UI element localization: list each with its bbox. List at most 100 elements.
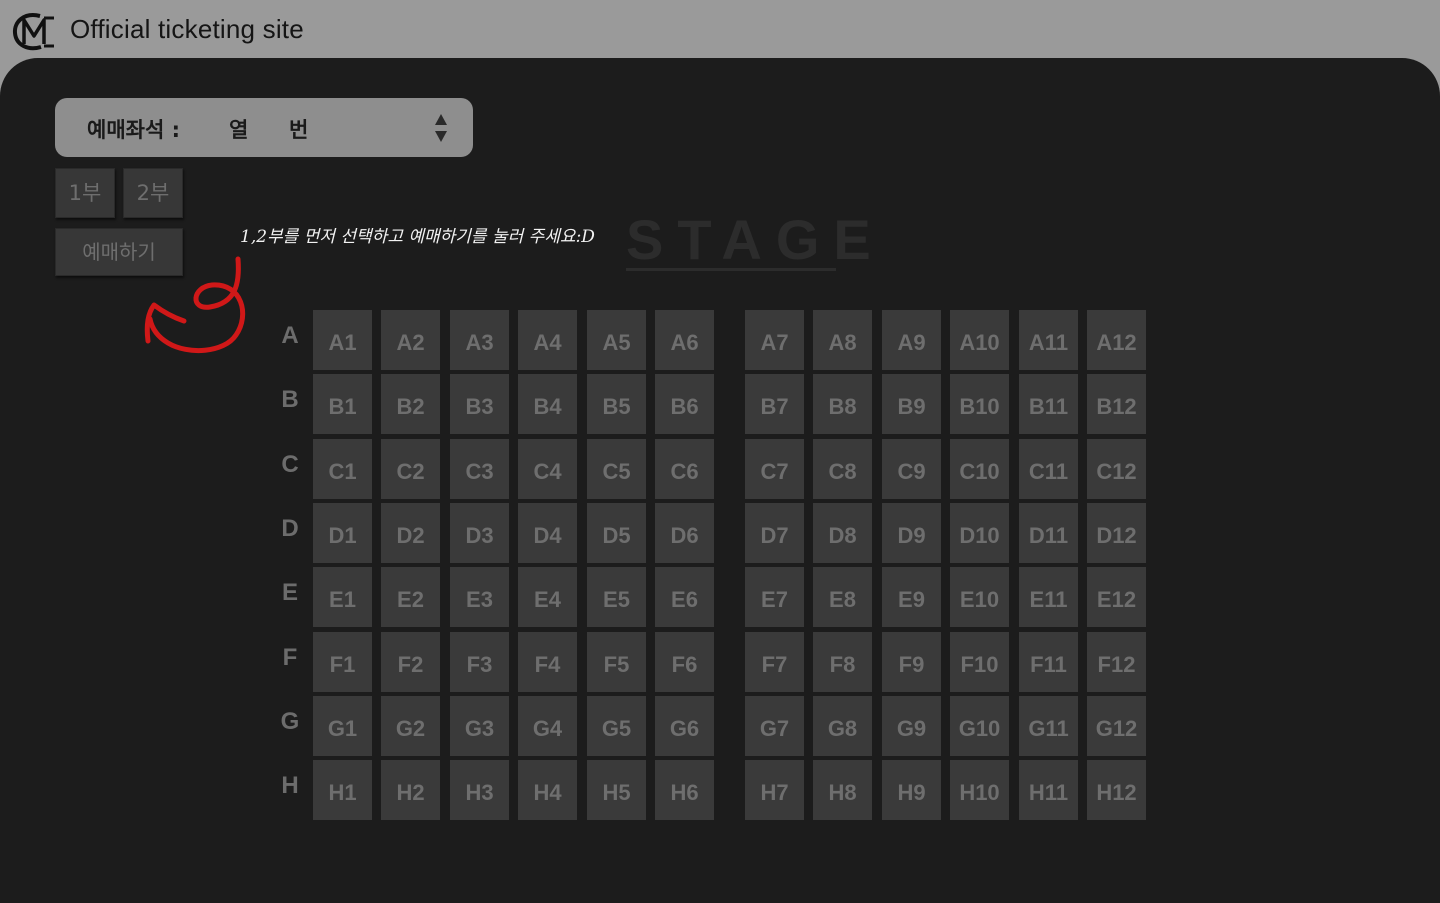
seat-a5[interactable]: A5 bbox=[587, 310, 646, 370]
seat-a3[interactable]: A3 bbox=[450, 310, 509, 370]
seat-g4[interactable]: G4 bbox=[518, 696, 577, 756]
seat-a10[interactable]: A10 bbox=[950, 310, 1009, 370]
seat-d4[interactable]: D4 bbox=[518, 503, 577, 563]
seat-b4[interactable]: B4 bbox=[518, 374, 577, 434]
seat-d3[interactable]: D3 bbox=[450, 503, 509, 563]
seat-d6[interactable]: D6 bbox=[655, 503, 714, 563]
seat-c3[interactable]: C3 bbox=[450, 439, 509, 499]
seat-e6[interactable]: E6 bbox=[655, 567, 714, 627]
row-label-h: H bbox=[281, 772, 299, 799]
seat-g1[interactable]: G1 bbox=[313, 696, 372, 756]
seat-g9[interactable]: G9 bbox=[882, 696, 941, 756]
seat-b2[interactable]: B2 bbox=[381, 374, 440, 434]
seat-e5[interactable]: E5 bbox=[587, 567, 646, 627]
seat-f1[interactable]: F1 bbox=[313, 632, 372, 692]
seat-h2[interactable]: H2 bbox=[381, 760, 440, 820]
seat-f10[interactable]: F10 bbox=[950, 632, 1009, 692]
seat-h5[interactable]: H5 bbox=[587, 760, 646, 820]
seat-b5[interactable]: B5 bbox=[587, 374, 646, 434]
seat-c5[interactable]: C5 bbox=[587, 439, 646, 499]
part2-button[interactable]: 2부 bbox=[123, 168, 183, 218]
seat-d7[interactable]: D7 bbox=[745, 503, 804, 563]
seat-c12[interactable]: C12 bbox=[1087, 439, 1146, 499]
seat-a11[interactable]: A11 bbox=[1019, 310, 1078, 370]
seat-c2[interactable]: C2 bbox=[381, 439, 440, 499]
seat-a4[interactable]: A4 bbox=[518, 310, 577, 370]
seat-h4[interactable]: H4 bbox=[518, 760, 577, 820]
seat-e12[interactable]: E12 bbox=[1087, 567, 1146, 627]
seat-a12[interactable]: A12 bbox=[1087, 310, 1146, 370]
seat-b9[interactable]: B9 bbox=[882, 374, 941, 434]
seat-h6[interactable]: H6 bbox=[655, 760, 714, 820]
seat-c8[interactable]: C8 bbox=[813, 439, 872, 499]
seat-d8[interactable]: D8 bbox=[813, 503, 872, 563]
seat-h1[interactable]: H1 bbox=[313, 760, 372, 820]
seat-b8[interactable]: B8 bbox=[813, 374, 872, 434]
seat-f6[interactable]: F6 bbox=[655, 632, 714, 692]
seat-g10[interactable]: G10 bbox=[950, 696, 1009, 756]
seat-a7[interactable]: A7 bbox=[745, 310, 804, 370]
seat-c10[interactable]: C10 bbox=[950, 439, 1009, 499]
seat-h12[interactable]: H12 bbox=[1087, 760, 1146, 820]
seat-f11[interactable]: F11 bbox=[1019, 632, 1078, 692]
seat-c7[interactable]: C7 bbox=[745, 439, 804, 499]
seat-e4[interactable]: E4 bbox=[518, 567, 577, 627]
seat-f9[interactable]: F9 bbox=[882, 632, 941, 692]
seat-b3[interactable]: B3 bbox=[450, 374, 509, 434]
seat-g7[interactable]: G7 bbox=[745, 696, 804, 756]
seat-c11[interactable]: C11 bbox=[1019, 439, 1078, 499]
seat-g12[interactable]: G12 bbox=[1087, 696, 1146, 756]
seat-h9[interactable]: H9 bbox=[882, 760, 941, 820]
seat-b11[interactable]: B11 bbox=[1019, 374, 1078, 434]
seat-a1[interactable]: A1 bbox=[313, 310, 372, 370]
seat-e8[interactable]: E8 bbox=[813, 567, 872, 627]
seat-a6[interactable]: A6 bbox=[655, 310, 714, 370]
seat-b1[interactable]: B1 bbox=[313, 374, 372, 434]
seat-a9[interactable]: A9 bbox=[882, 310, 941, 370]
seat-f3[interactable]: F3 bbox=[450, 632, 509, 692]
seat-e1[interactable]: E1 bbox=[313, 567, 372, 627]
seat-b10[interactable]: B10 bbox=[950, 374, 1009, 434]
seat-b6[interactable]: B6 bbox=[655, 374, 714, 434]
seat-d12[interactable]: D12 bbox=[1087, 503, 1146, 563]
seat-b7[interactable]: B7 bbox=[745, 374, 804, 434]
seat-d2[interactable]: D2 bbox=[381, 503, 440, 563]
seat-h8[interactable]: H8 bbox=[813, 760, 872, 820]
part1-button[interactable]: 1부 bbox=[55, 168, 115, 218]
seat-d9[interactable]: D9 bbox=[882, 503, 941, 563]
seat-c9[interactable]: C9 bbox=[882, 439, 941, 499]
seat-g11[interactable]: G11 bbox=[1019, 696, 1078, 756]
seat-a2[interactable]: A2 bbox=[381, 310, 440, 370]
seat-c6[interactable]: C6 bbox=[655, 439, 714, 499]
seat-e2[interactable]: E2 bbox=[381, 567, 440, 627]
seat-f12[interactable]: F12 bbox=[1087, 632, 1146, 692]
seat-select-dropdown[interactable]: 예매좌석 : 열 번 bbox=[55, 98, 473, 157]
seat-h7[interactable]: H7 bbox=[745, 760, 804, 820]
seat-e3[interactable]: E3 bbox=[450, 567, 509, 627]
seat-e9[interactable]: E9 bbox=[882, 567, 941, 627]
seat-f5[interactable]: F5 bbox=[587, 632, 646, 692]
seat-a8[interactable]: A8 bbox=[813, 310, 872, 370]
seat-c1[interactable]: C1 bbox=[313, 439, 372, 499]
seat-c4[interactable]: C4 bbox=[518, 439, 577, 499]
seat-b12[interactable]: B12 bbox=[1087, 374, 1146, 434]
seat-h10[interactable]: H10 bbox=[950, 760, 1009, 820]
seat-d11[interactable]: D11 bbox=[1019, 503, 1078, 563]
seat-h3[interactable]: H3 bbox=[450, 760, 509, 820]
seat-g8[interactable]: G8 bbox=[813, 696, 872, 756]
seat-f2[interactable]: F2 bbox=[381, 632, 440, 692]
seat-f7[interactable]: F7 bbox=[745, 632, 804, 692]
seat-g5[interactable]: G5 bbox=[587, 696, 646, 756]
seat-d10[interactable]: D10 bbox=[950, 503, 1009, 563]
seat-d5[interactable]: D5 bbox=[587, 503, 646, 563]
seat-e11[interactable]: E11 bbox=[1019, 567, 1078, 627]
seat-e10[interactable]: E10 bbox=[950, 567, 1009, 627]
seat-h11[interactable]: H11 bbox=[1019, 760, 1078, 820]
seat-g3[interactable]: G3 bbox=[450, 696, 509, 756]
seat-f4[interactable]: F4 bbox=[518, 632, 577, 692]
seat-g6[interactable]: G6 bbox=[655, 696, 714, 756]
seat-f8[interactable]: F8 bbox=[813, 632, 872, 692]
seat-g2[interactable]: G2 bbox=[381, 696, 440, 756]
seat-d1[interactable]: D1 bbox=[313, 503, 372, 563]
seat-e7[interactable]: E7 bbox=[745, 567, 804, 627]
